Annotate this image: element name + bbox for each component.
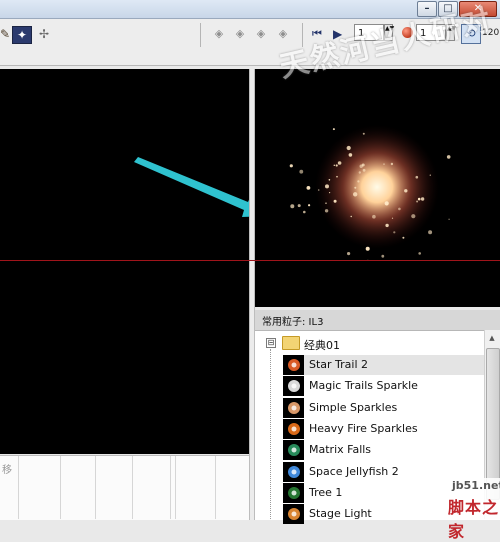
collapse-toggle-icon[interactable]: ⊟: [266, 338, 276, 348]
ground-line: [0, 260, 500, 261]
list-item-label: Stage Light: [309, 507, 372, 520]
timeline-column: [95, 456, 96, 519]
nav-up-icon[interactable]: ◈: [232, 26, 248, 42]
particle-thumbnail: [283, 355, 304, 375]
list-item-label: Space Jellyfish 2: [309, 465, 399, 478]
folder-label[interactable]: 经典01: [304, 337, 340, 353]
list-item-label: Heavy Fire Sparkles: [309, 422, 418, 435]
nav-down-icon[interactable]: ◈: [253, 26, 269, 42]
particle-thumbnail: [283, 440, 304, 460]
preview-viewport[interactable]: [255, 69, 500, 307]
timeline-column: [175, 456, 176, 519]
toolbar-separator: [200, 23, 201, 47]
emitter-icon[interactable]: ✢: [36, 26, 52, 42]
list-item-label: Tree 1: [309, 486, 343, 499]
particle-burst: [289, 125, 451, 261]
timeline-panel[interactable]: [0, 455, 249, 520]
particle-thumbnail: [283, 504, 304, 524]
particle-thumbnail: [283, 483, 304, 503]
list-item-label: Star Trail 2: [309, 358, 369, 371]
particle-tool-icon[interactable]: ✦: [12, 26, 32, 44]
tree-connector: [270, 349, 272, 519]
nav-left-icon[interactable]: ◈: [211, 26, 227, 42]
particle-thumbnail: [283, 419, 304, 439]
particle-thumbnail: [283, 398, 304, 418]
site-url: jb51.net: [452, 479, 500, 492]
timeline-label: 移: [2, 465, 12, 476]
scene-viewport[interactable]: [0, 69, 249, 454]
library-title: 常用粒子: IL3: [262, 317, 324, 328]
timeline-column: [132, 456, 133, 519]
list-item-label: Magic Trails Sparkle: [309, 379, 418, 392]
nav-right-icon[interactable]: ◈: [275, 26, 291, 42]
timeline-column: [215, 456, 216, 519]
scroll-up-icon[interactable]: ▲: [485, 332, 499, 344]
timeline-column: [18, 456, 19, 519]
site-name: 脚本之家: [448, 498, 500, 541]
timeline-column: [60, 456, 61, 519]
list-item-label: Matrix Falls: [309, 443, 372, 456]
timeline-column: [170, 456, 171, 519]
particle-thumbnail: [283, 462, 304, 482]
brush-icon[interactable]: ✎: [0, 26, 10, 42]
folder-icon: [282, 336, 300, 350]
list-item-label: Simple Sparkles: [309, 401, 398, 414]
particle-thumbnail: [283, 376, 304, 396]
